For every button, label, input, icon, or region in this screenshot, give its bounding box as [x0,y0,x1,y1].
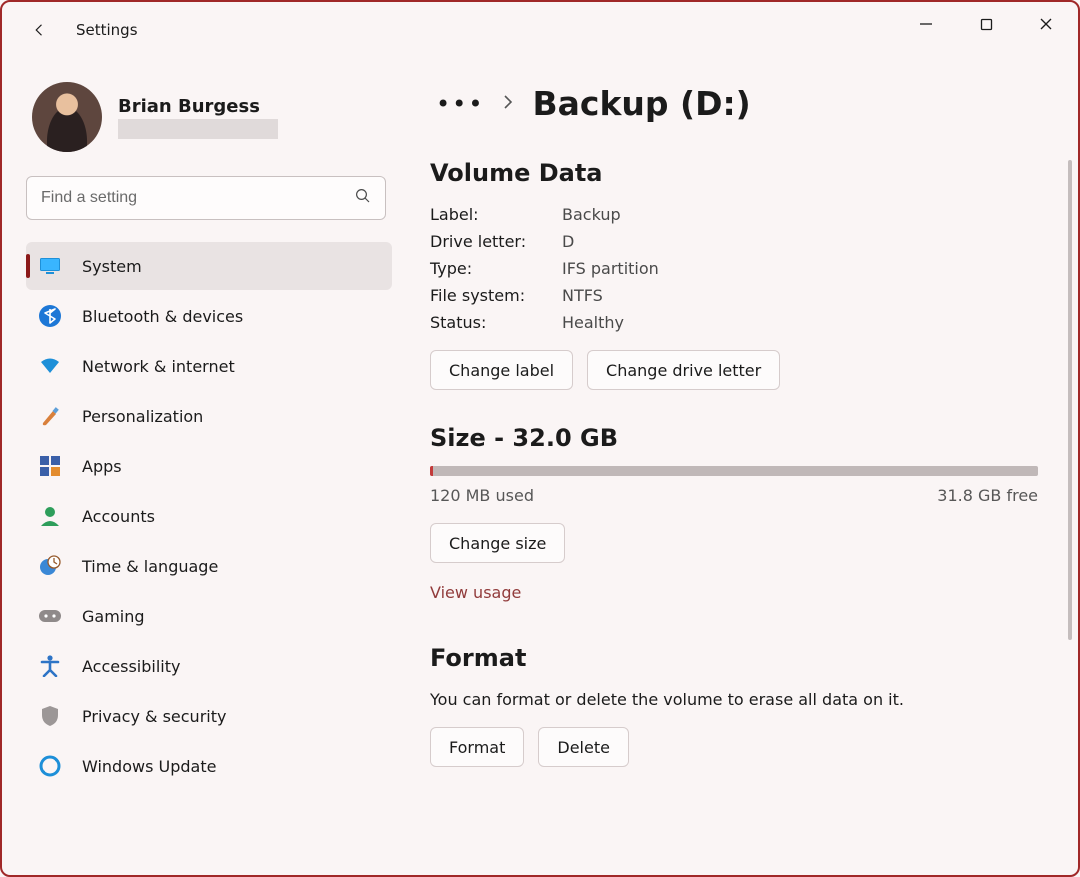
sidebar-item-label: Privacy & security [82,707,226,726]
type-value: IFS partition [562,259,1038,278]
sidebar-item-label: Bluetooth & devices [82,307,243,326]
wifi-icon [38,354,62,378]
breadcrumb-ellipsis[interactable]: ••• [436,92,484,116]
update-icon [38,754,62,778]
sidebar-item-bluetooth[interactable]: Bluetooth & devices [26,292,392,340]
user-email-redacted [118,119,278,139]
fs-value: NTFS [562,286,1038,305]
sidebar-item-personalization[interactable]: Personalization [26,392,392,440]
shield-icon [38,704,62,728]
search-icon [354,187,372,209]
label-value: Backup [562,205,1038,224]
sidebar-item-accounts[interactable]: Accounts [26,492,392,540]
status-key: Status: [430,313,562,332]
change-drive-letter-button[interactable]: Change drive letter [587,350,780,390]
nav-list: System Bluetooth & devices Network & int… [26,242,392,790]
accessibility-icon [38,654,62,678]
bluetooth-icon [38,304,62,328]
apps-icon [38,454,62,478]
size-free: 31.8 GB free [937,486,1038,505]
sidebar-item-label: System [82,257,142,276]
main-content: ••• Backup (D:) Volume Data Label: Backu… [402,58,1078,875]
user-card[interactable]: Brian Burgess [32,82,392,152]
size-heading: Size - 32.0 GB [430,424,1038,452]
sidebar-item-gaming[interactable]: Gaming [26,592,392,640]
window-controls [896,2,1076,46]
change-size-button[interactable]: Change size [430,523,565,563]
view-usage-link[interactable]: View usage [430,583,521,602]
sidebar-item-system[interactable]: System [26,242,392,290]
minimize-button[interactable] [896,2,956,46]
search-input[interactable] [26,176,386,220]
status-value: Healthy [562,313,1038,332]
size-progress-bar [430,466,1038,476]
fs-key: File system: [430,286,562,305]
person-icon [38,504,62,528]
volume-info-table: Label: Backup Drive letter: D Type: IFS … [430,205,1038,332]
sidebar-item-label: Accessibility [82,657,180,676]
sidebar-item-label: Time & language [82,557,218,576]
sidebar-item-windows-update[interactable]: Windows Update [26,742,392,790]
sidebar-item-label: Network & internet [82,357,235,376]
size-used: 120 MB used [430,486,534,505]
format-button[interactable]: Format [430,727,524,767]
size-progress-fill [430,466,433,476]
brush-icon [38,404,62,428]
sidebar-item-label: Accounts [82,507,155,526]
type-key: Type: [430,259,562,278]
sidebar-item-time-language[interactable]: Time & language [26,542,392,590]
drive-letter-key: Drive letter: [430,232,562,251]
sidebar-item-apps[interactable]: Apps [26,442,392,490]
sidebar-item-privacy[interactable]: Privacy & security [26,692,392,740]
sidebar-item-accessibility[interactable]: Accessibility [26,642,392,690]
sidebar-item-label: Personalization [82,407,203,426]
change-label-button[interactable]: Change label [430,350,573,390]
label-key: Label: [430,205,562,224]
monitor-icon [38,254,62,278]
sidebar-item-network[interactable]: Network & internet [26,342,392,390]
sidebar-item-label: Apps [82,457,122,476]
chevron-right-icon [502,94,514,114]
delete-button[interactable]: Delete [538,727,629,767]
user-name: Brian Burgess [118,96,278,117]
sidebar-item-label: Windows Update [82,757,216,776]
gamepad-icon [38,604,62,628]
close-button[interactable] [1016,2,1076,46]
format-heading: Format [430,644,1038,672]
app-title: Settings [76,21,138,39]
sidebar-item-label: Gaming [82,607,145,626]
drive-letter-value: D [562,232,1038,251]
breadcrumb: ••• Backup (D:) [436,84,1038,123]
sidebar: Brian Burgess System Bluetooth & devices… [2,58,402,875]
maximize-button[interactable] [956,2,1016,46]
back-button[interactable] [30,20,50,40]
clock-globe-icon [38,554,62,578]
avatar [32,82,102,152]
volume-heading: Volume Data [430,159,1038,187]
format-description: You can format or delete the volume to e… [430,690,1038,709]
page-title: Backup (D:) [532,84,750,123]
